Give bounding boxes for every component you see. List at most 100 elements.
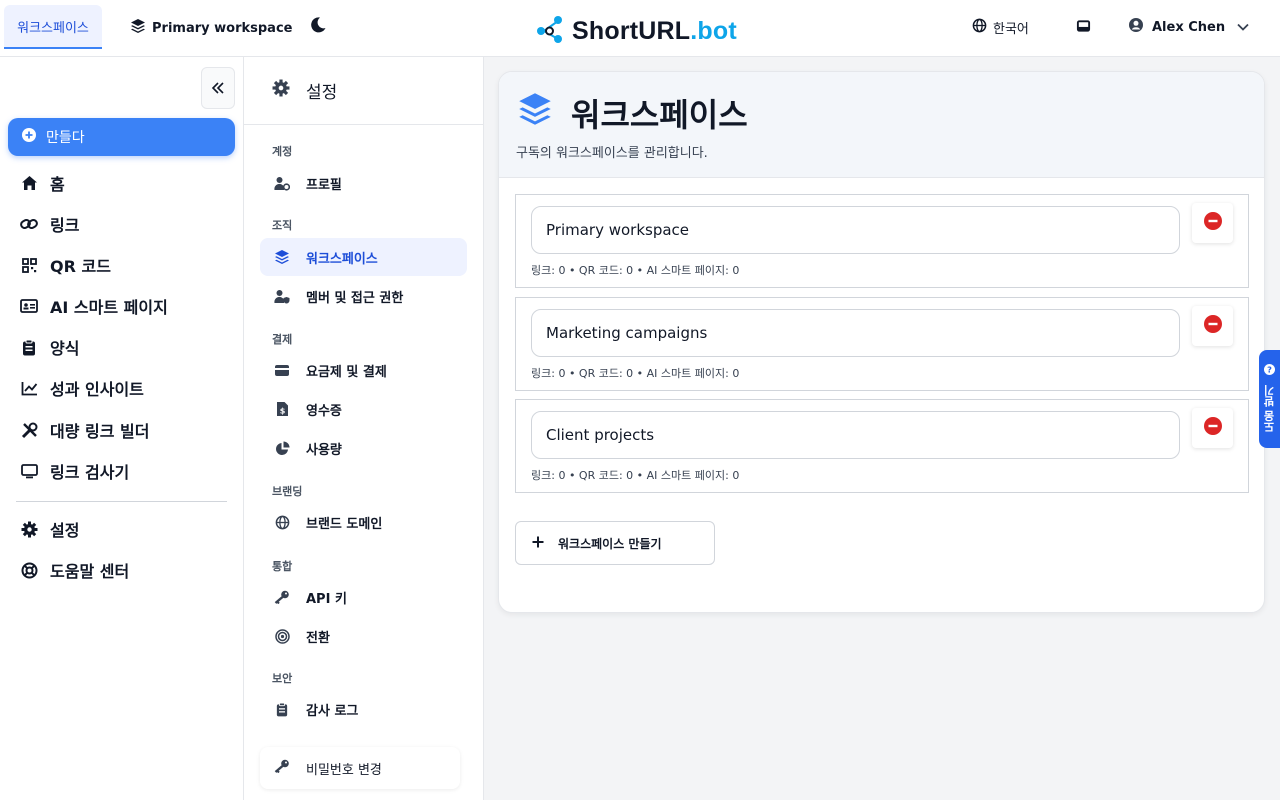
inbox-button[interactable] [1074, 18, 1092, 36]
share-nodes-icon [536, 14, 566, 48]
section-billing: 결제 [272, 333, 293, 346]
clipboard-icon [274, 701, 290, 717]
nav-item-home[interactable]: 홈 [20, 171, 65, 195]
page-subtitle: 구독의 워크스페이스를 관리합니다. [516, 146, 708, 161]
nav-item-insights[interactable]: 성과 인사이트 [20, 376, 144, 400]
settings-item-usage[interactable]: 사용량 [260, 429, 467, 467]
gear-icon [272, 79, 290, 102]
user-name: Alex Chen [1152, 19, 1226, 35]
minus-circle-icon [1203, 212, 1222, 234]
credit-card-icon [274, 362, 290, 378]
language-selector[interactable]: 한국어 [972, 16, 1029, 38]
tools-icon [20, 421, 38, 439]
settings-item-api-keys[interactable]: API 키 [260, 578, 467, 616]
settings-item-members[interactable]: 멤버 및 접근 권한 [260, 277, 467, 315]
minus-circle-icon [1203, 315, 1222, 337]
key-icon [274, 759, 290, 777]
card-header: 워크스페이스 구독의 워크스페이스를 관리합니다. [499, 72, 1264, 178]
help-tab[interactable]: ? 도움 받기 [1259, 350, 1280, 448]
delete-workspace-button[interactable] [1192, 306, 1233, 346]
delete-workspace-button[interactable] [1192, 408, 1233, 448]
user-menu[interactable]: Alex Chen [1128, 16, 1249, 38]
layers-icon [274, 249, 290, 265]
workspace-row: 링크: 0 • QR 코드: 0 • AI 스마트 페이지: 0 [515, 399, 1249, 493]
top-bar: 워크스페이스 Primary workspace ShortURL.bot 한국… [0, 0, 1280, 57]
svg-text:$: $ [279, 407, 285, 416]
monitor-icon [20, 462, 38, 480]
create-workspace-label: 워크스페이스 만들기 [558, 536, 662, 551]
plus-icon [532, 536, 544, 551]
link-icon [20, 215, 38, 233]
create-button[interactable]: 만들다 [8, 118, 235, 156]
nav-item-label: 링크 [50, 216, 80, 235]
section-account: 계정 [272, 145, 293, 158]
settings-item-audit-log[interactable]: 감사 로그 [260, 690, 467, 728]
nav-item-label: 도움말 센터 [50, 562, 130, 581]
nav-item-label: 대량 링크 빌더 [50, 422, 150, 441]
page-title: 워크스페이스 [517, 90, 748, 136]
brand-main-text: ShortURL [572, 16, 691, 45]
nav-item-bulk-builder[interactable]: 대량 링크 빌더 [20, 418, 149, 442]
nav-item-links[interactable]: 링크 [20, 212, 79, 236]
settings-item-receipts[interactable]: $ 영수증 [260, 390, 467, 428]
home-icon [20, 174, 38, 192]
nav-item-ai-smart-pages[interactable]: AI 스마트 페이지 [20, 294, 168, 318]
nav-item-label: 양식 [50, 339, 80, 358]
settings-item-label: 프로필 [306, 177, 342, 193]
workspace-row: 링크: 0 • QR 코드: 0 • AI 스마트 페이지: 0 [515, 297, 1249, 391]
settings-item-label: 워크스페이스 [306, 251, 378, 267]
lifebuoy-icon [20, 561, 38, 579]
change-password-button[interactable]: 비밀번호 변경 [260, 747, 460, 789]
workspace-tab[interactable]: 워크스페이스 [4, 5, 102, 49]
workspaces-card: 워크스페이스 구독의 워크스페이스를 관리합니다. 링크: 0 • QR 코드:… [498, 71, 1265, 613]
double-chevron-left-icon [211, 79, 225, 98]
settings-item-brand-domains[interactable]: 브랜드 도메인 [260, 503, 467, 541]
plus-circle-icon [22, 128, 36, 146]
workspace-name-input[interactable] [531, 206, 1180, 254]
nav-item-label: 홈 [50, 175, 65, 194]
chart-line-icon [20, 379, 38, 397]
settings-item-conversions[interactable]: 전환 [260, 617, 467, 655]
create-label: 만들다 [46, 130, 85, 146]
workspace-name-input[interactable] [531, 411, 1180, 459]
brand-logo[interactable]: ShortURL.bot [536, 14, 737, 48]
settings-item-workspaces[interactable]: 워크스페이스 [260, 238, 467, 276]
layers-icon [130, 18, 146, 38]
workspace-switcher[interactable]: Primary workspace [130, 17, 292, 39]
nav-item-label: 성과 인사이트 [50, 380, 144, 399]
language-label: 한국어 [993, 21, 1029, 37]
settings-panel: 설정 계정 프로필 조직 워크스페이스 멤버 및 접근 권한 결제 요금제 및 … [244, 57, 484, 800]
section-branding: 브랜딩 [272, 485, 303, 498]
nav-item-help-center[interactable]: 도움말 센터 [20, 558, 129, 582]
section-integrations: 통합 [272, 560, 293, 573]
chevron-down-icon [1237, 20, 1249, 35]
workspace-name-input[interactable] [531, 309, 1180, 357]
layers-icon [517, 91, 553, 135]
section-organization: 조직 [272, 219, 293, 232]
nav-item-link-inspector[interactable]: 링크 검사기 [20, 459, 129, 483]
settings-header: 설정 [244, 57, 483, 125]
pie-chart-icon [274, 440, 290, 456]
settings-item-profile[interactable]: 프로필 [260, 164, 467, 202]
nav-item-label: 링크 검사기 [50, 463, 130, 482]
globe-icon [972, 18, 987, 37]
nav-item-qr-codes[interactable]: QR 코드 [20, 253, 111, 277]
workspace-stats: 링크: 0 • QR 코드: 0 • AI 스마트 페이지: 0 [531, 367, 740, 380]
section-security: 보안 [272, 672, 293, 685]
create-workspace-button[interactable]: 워크스페이스 만들기 [515, 521, 715, 565]
delete-workspace-button[interactable] [1192, 203, 1233, 243]
brand-name: ShortURL.bot [572, 17, 737, 46]
nav-item-forms[interactable]: 양식 [20, 335, 79, 359]
collapse-sidebar-button[interactable] [201, 67, 235, 109]
main-content: 워크스페이스 구독의 워크스페이스를 관리합니다. 링크: 0 • QR 코드:… [484, 57, 1280, 800]
workspace-stats: 링크: 0 • QR 코드: 0 • AI 스마트 페이지: 0 [531, 264, 740, 277]
user-gear-icon [274, 175, 290, 191]
nav-item-label: 설정 [50, 521, 80, 540]
nav-item-settings[interactable]: 설정 [20, 517, 79, 541]
target-icon [274, 628, 290, 644]
main-sidebar: 만들다 홈 링크 QR 코드 AI 스마트 페이지 양식 성과 인사이트 대량 … [0, 57, 244, 800]
settings-item-plans[interactable]: 요금제 및 결제 [260, 351, 467, 389]
theme-toggle[interactable] [308, 17, 328, 37]
nav-item-label: AI 스마트 페이지 [50, 298, 168, 317]
user-circle-icon [1128, 17, 1144, 37]
